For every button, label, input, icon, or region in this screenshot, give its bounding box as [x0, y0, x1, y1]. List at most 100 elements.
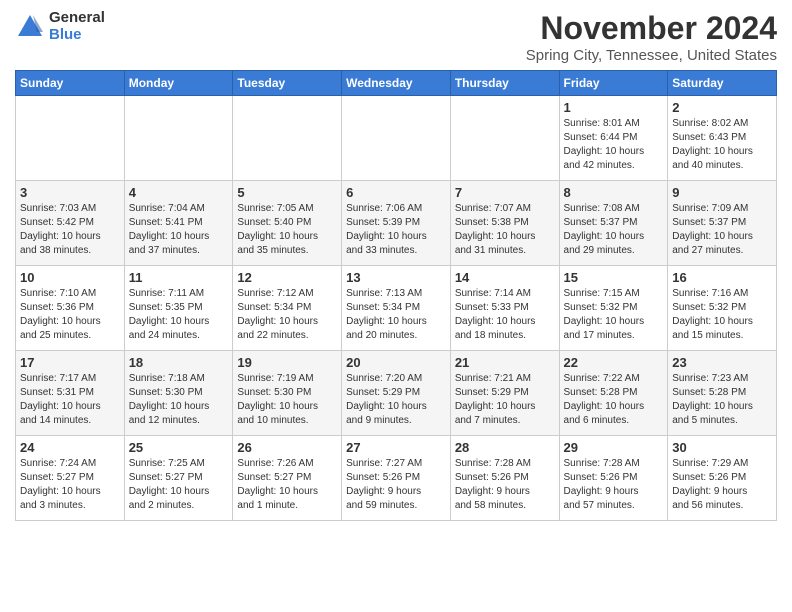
- day-number: 18: [129, 355, 229, 370]
- day-header-tuesday: Tuesday: [233, 71, 342, 96]
- week-row-1: 1 Sunrise: 8:01 AM Sunset: 6:44 PM Daylig…: [16, 96, 777, 181]
- calendar-cell: 12 Sunrise: 7:12 AM Sunset: 5:34 PM Dayli…: [233, 266, 342, 351]
- header-row: SundayMondayTuesdayWednesdayThursdayFrid…: [16, 71, 777, 96]
- day-number: 5: [237, 185, 337, 200]
- day-number: 25: [129, 440, 229, 455]
- day-info: Sunrise: 8:02 AM Sunset: 6:43 PM Dayligh…: [672, 117, 772, 173]
- calendar-cell: 9Sunrise: 7:09 AM Sunset: 5:37 PM Daylig…: [668, 181, 777, 266]
- logo: General Blue: [15, 10, 105, 43]
- calendar-cell: 16 Sunrise: 7:16 AM Sunset: 5:32 PM Dayli…: [668, 266, 777, 351]
- calendar-table: SundayMondayTuesdayWednesdayThursdayFrid…: [15, 70, 777, 521]
- calendar-cell: 6 Sunrise: 7:06 AM Sunset: 5:39 PM Daylig…: [342, 181, 451, 266]
- calendar-cell: 22Sunrise: 7:22 AM Sunset: 5:28 PM Dayli…: [559, 351, 668, 436]
- day-number: 11: [129, 270, 229, 285]
- logo-text: General Blue: [49, 10, 105, 43]
- day-number: 21: [455, 355, 555, 370]
- day-info: Sunrise: 7:15 AM Sunset: 5:32 PM Dayligh…: [564, 287, 664, 343]
- calendar-cell: 13Sunrise: 7:13 AM Sunset: 5:34 PM Dayli…: [342, 266, 451, 351]
- day-info: Sunrise: 7:05 AM Sunset: 5:40 PM Dayligh…: [237, 202, 337, 258]
- day-number: 13: [346, 270, 446, 285]
- calendar-cell: 28 Sunrise: 7:28 AM Sunset: 5:26 PM Dayli…: [450, 436, 559, 521]
- week-row-4: 17 Sunrise: 7:17 AM Sunset: 5:31 PM Dayli…: [16, 351, 777, 436]
- calendar-cell: 26Sunrise: 7:26 AM Sunset: 5:27 PM Dayli…: [233, 436, 342, 521]
- day-number: 8: [564, 185, 664, 200]
- day-number: 30: [672, 440, 772, 455]
- day-header-wednesday: Wednesday: [342, 71, 451, 96]
- day-info: Sunrise: 7:18 AM Sunset: 5:30 PM Dayligh…: [129, 372, 229, 428]
- day-info: Sunrise: 7:28 AM Sunset: 5:26 PM Dayligh…: [455, 457, 555, 513]
- day-info: Sunrise: 7:12 AM Sunset: 5:34 PM Dayligh…: [237, 287, 337, 343]
- day-info: Sunrise: 7:09 AM Sunset: 5:37 PM Dayligh…: [672, 202, 772, 258]
- day-number: 29: [564, 440, 664, 455]
- day-number: 24: [20, 440, 120, 455]
- calendar-cell: 18 Sunrise: 7:18 AM Sunset: 5:30 PM Dayli…: [124, 351, 233, 436]
- calendar-cell: 10Sunrise: 7:10 AM Sunset: 5:36 PM Dayli…: [16, 266, 125, 351]
- title-block: November 2024 Spring City, Tennessee, Un…: [526, 10, 777, 64]
- day-info: Sunrise: 7:14 AM Sunset: 5:33 PM Dayligh…: [455, 287, 555, 343]
- day-number: 20: [346, 355, 446, 370]
- calendar-cell: 25Sunrise: 7:25 AM Sunset: 5:27 PM Dayli…: [124, 436, 233, 521]
- location: Spring City, Tennessee, United States: [526, 47, 777, 64]
- day-info: Sunrise: 7:24 AM Sunset: 5:27 PM Dayligh…: [20, 457, 120, 513]
- day-header-monday: Monday: [124, 71, 233, 96]
- calendar-cell: [124, 96, 233, 181]
- day-info: Sunrise: 7:03 AM Sunset: 5:42 PM Dayligh…: [20, 202, 120, 258]
- day-info: Sunrise: 7:08 AM Sunset: 5:37 PM Dayligh…: [564, 202, 664, 258]
- day-number: 3: [20, 185, 120, 200]
- day-number: 27: [346, 440, 446, 455]
- day-info: Sunrise: 7:06 AM Sunset: 5:39 PM Dayligh…: [346, 202, 446, 258]
- page-header: General Blue November 2024 Spring City, …: [15, 10, 777, 64]
- calendar-cell: 11 Sunrise: 7:11 AM Sunset: 5:35 PM Dayli…: [124, 266, 233, 351]
- calendar-cell: 21 Sunrise: 7:21 AM Sunset: 5:29 PM Dayli…: [450, 351, 559, 436]
- day-number: 4: [129, 185, 229, 200]
- day-header-sunday: Sunday: [16, 71, 125, 96]
- day-info: Sunrise: 7:11 AM Sunset: 5:35 PM Dayligh…: [129, 287, 229, 343]
- day-info: Sunrise: 7:22 AM Sunset: 5:28 PM Dayligh…: [564, 372, 664, 428]
- day-number: 15: [564, 270, 664, 285]
- calendar-cell: 23 Sunrise: 7:23 AM Sunset: 5:28 PM Dayli…: [668, 351, 777, 436]
- day-number: 17: [20, 355, 120, 370]
- calendar-cell: 30Sunrise: 7:29 AM Sunset: 5:26 PM Dayli…: [668, 436, 777, 521]
- calendar-cell: 1 Sunrise: 8:01 AM Sunset: 6:44 PM Daylig…: [559, 96, 668, 181]
- day-header-thursday: Thursday: [450, 71, 559, 96]
- calendar-cell: 14 Sunrise: 7:14 AM Sunset: 5:33 PM Dayli…: [450, 266, 559, 351]
- calendar-cell: [16, 96, 125, 181]
- calendar-cell: 4 Sunrise: 7:04 AM Sunset: 5:41 PM Daylig…: [124, 181, 233, 266]
- day-number: 16: [672, 270, 772, 285]
- day-number: 14: [455, 270, 555, 285]
- calendar-cell: 5 Sunrise: 7:05 AM Sunset: 5:40 PM Daylig…: [233, 181, 342, 266]
- day-info: Sunrise: 7:07 AM Sunset: 5:38 PM Dayligh…: [455, 202, 555, 258]
- day-number: 6: [346, 185, 446, 200]
- calendar-cell: 3 Sunrise: 7:03 AM Sunset: 5:42 PM Daylig…: [16, 181, 125, 266]
- logo-blue: Blue: [49, 27, 105, 44]
- day-info: Sunrise: 8:01 AM Sunset: 6:44 PM Dayligh…: [564, 117, 664, 173]
- calendar-cell: [342, 96, 451, 181]
- day-number: 1: [564, 100, 664, 115]
- day-info: Sunrise: 7:10 AM Sunset: 5:36 PM Dayligh…: [20, 287, 120, 343]
- day-info: Sunrise: 7:16 AM Sunset: 5:32 PM Dayligh…: [672, 287, 772, 343]
- week-row-2: 3 Sunrise: 7:03 AM Sunset: 5:42 PM Daylig…: [16, 181, 777, 266]
- day-number: 19: [237, 355, 337, 370]
- day-info: Sunrise: 7:23 AM Sunset: 5:28 PM Dayligh…: [672, 372, 772, 428]
- calendar-cell: 24 Sunrise: 7:24 AM Sunset: 5:27 PM Dayli…: [16, 436, 125, 521]
- day-number: 7: [455, 185, 555, 200]
- calendar-cell: 20 Sunrise: 7:20 AM Sunset: 5:29 PM Dayli…: [342, 351, 451, 436]
- day-info: Sunrise: 7:20 AM Sunset: 5:29 PM Dayligh…: [346, 372, 446, 428]
- day-info: Sunrise: 7:04 AM Sunset: 5:41 PM Dayligh…: [129, 202, 229, 258]
- calendar-cell: 15 Sunrise: 7:15 AM Sunset: 5:32 PM Dayli…: [559, 266, 668, 351]
- day-number: 28: [455, 440, 555, 455]
- day-info: Sunrise: 7:27 AM Sunset: 5:26 PM Dayligh…: [346, 457, 446, 513]
- day-number: 23: [672, 355, 772, 370]
- calendar-cell: [450, 96, 559, 181]
- logo-icon: [15, 12, 45, 42]
- day-number: 12: [237, 270, 337, 285]
- calendar-cell: 27 Sunrise: 7:27 AM Sunset: 5:26 PM Dayli…: [342, 436, 451, 521]
- week-row-3: 10Sunrise: 7:10 AM Sunset: 5:36 PM Dayli…: [16, 266, 777, 351]
- calendar-cell: 29Sunrise: 7:28 AM Sunset: 5:26 PM Dayli…: [559, 436, 668, 521]
- calendar-cell: 8 Sunrise: 7:08 AM Sunset: 5:37 PM Daylig…: [559, 181, 668, 266]
- day-info: Sunrise: 7:21 AM Sunset: 5:29 PM Dayligh…: [455, 372, 555, 428]
- day-info: Sunrise: 7:17 AM Sunset: 5:31 PM Dayligh…: [20, 372, 120, 428]
- calendar-cell: 2Sunrise: 8:02 AM Sunset: 6:43 PM Daylig…: [668, 96, 777, 181]
- day-number: 26: [237, 440, 337, 455]
- calendar-cell: 19Sunrise: 7:19 AM Sunset: 5:30 PM Dayli…: [233, 351, 342, 436]
